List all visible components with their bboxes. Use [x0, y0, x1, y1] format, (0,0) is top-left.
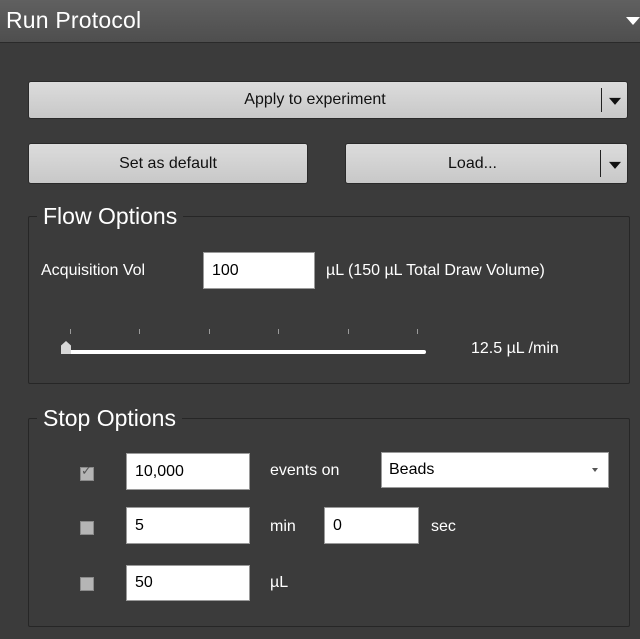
acquisition-vol-input[interactable] — [203, 252, 315, 289]
min-label: min — [270, 518, 296, 535]
slider-tick — [348, 329, 349, 334]
volume-stop-input[interactable] — [126, 565, 250, 601]
time-stop-checkbox[interactable] — [80, 521, 94, 535]
events-stop-checkbox[interactable] — [80, 464, 94, 481]
set-default-label: Set as default — [119, 154, 217, 172]
load-button[interactable]: Load... — [345, 143, 628, 184]
slider-tick — [417, 329, 418, 334]
slider-tick — [70, 329, 71, 334]
acquisition-vol-suffix: µL (150 µL Total Draw Volume) — [326, 262, 545, 279]
apply-dropdown-button[interactable] — [602, 82, 628, 118]
gate-select[interactable]: Beads — [381, 452, 609, 488]
flow-rate-value: 12.5 µL /min — [471, 340, 559, 357]
events-on-label: events on — [270, 462, 340, 479]
panel-header[interactable]: Run Protocol — [0, 0, 640, 43]
set-as-default-button[interactable]: Set as default — [28, 143, 308, 184]
minutes-input[interactable] — [126, 507, 250, 544]
slider-tick — [209, 329, 210, 334]
events-count-input[interactable] — [126, 453, 250, 490]
acquisition-vol-label: Acquisition Vol — [41, 262, 146, 279]
load-button-label: Load... — [448, 154, 497, 172]
stop-options-legend: Stop Options — [43, 405, 176, 431]
sec-label: sec — [431, 518, 456, 535]
volume-stop-checkbox[interactable] — [80, 577, 94, 591]
slider-tick — [139, 329, 140, 334]
slider-tick — [278, 329, 279, 334]
panel-title: Run Protocol — [6, 7, 142, 33]
flow-rate-slider[interactable] — [62, 350, 426, 354]
run-protocol-panel: Run Protocol Apply to experiment Set as … — [0, 0, 640, 639]
collapse-arrow-icon[interactable] — [626, 17, 640, 25]
gate-select-value: Beads — [389, 461, 435, 478]
apply-to-experiment-button[interactable]: Apply to experiment — [28, 81, 628, 119]
chevron-down-icon — [609, 97, 621, 105]
chevron-down-icon — [592, 468, 598, 472]
volume-unit-label: µL — [270, 574, 289, 591]
flow-options-legend: Flow Options — [43, 203, 178, 229]
load-dropdown-button[interactable] — [601, 144, 628, 183]
apply-button-label: Apply to experiment — [244, 91, 386, 108]
seconds-input[interactable] — [324, 507, 419, 544]
chevron-down-icon — [608, 161, 621, 169]
